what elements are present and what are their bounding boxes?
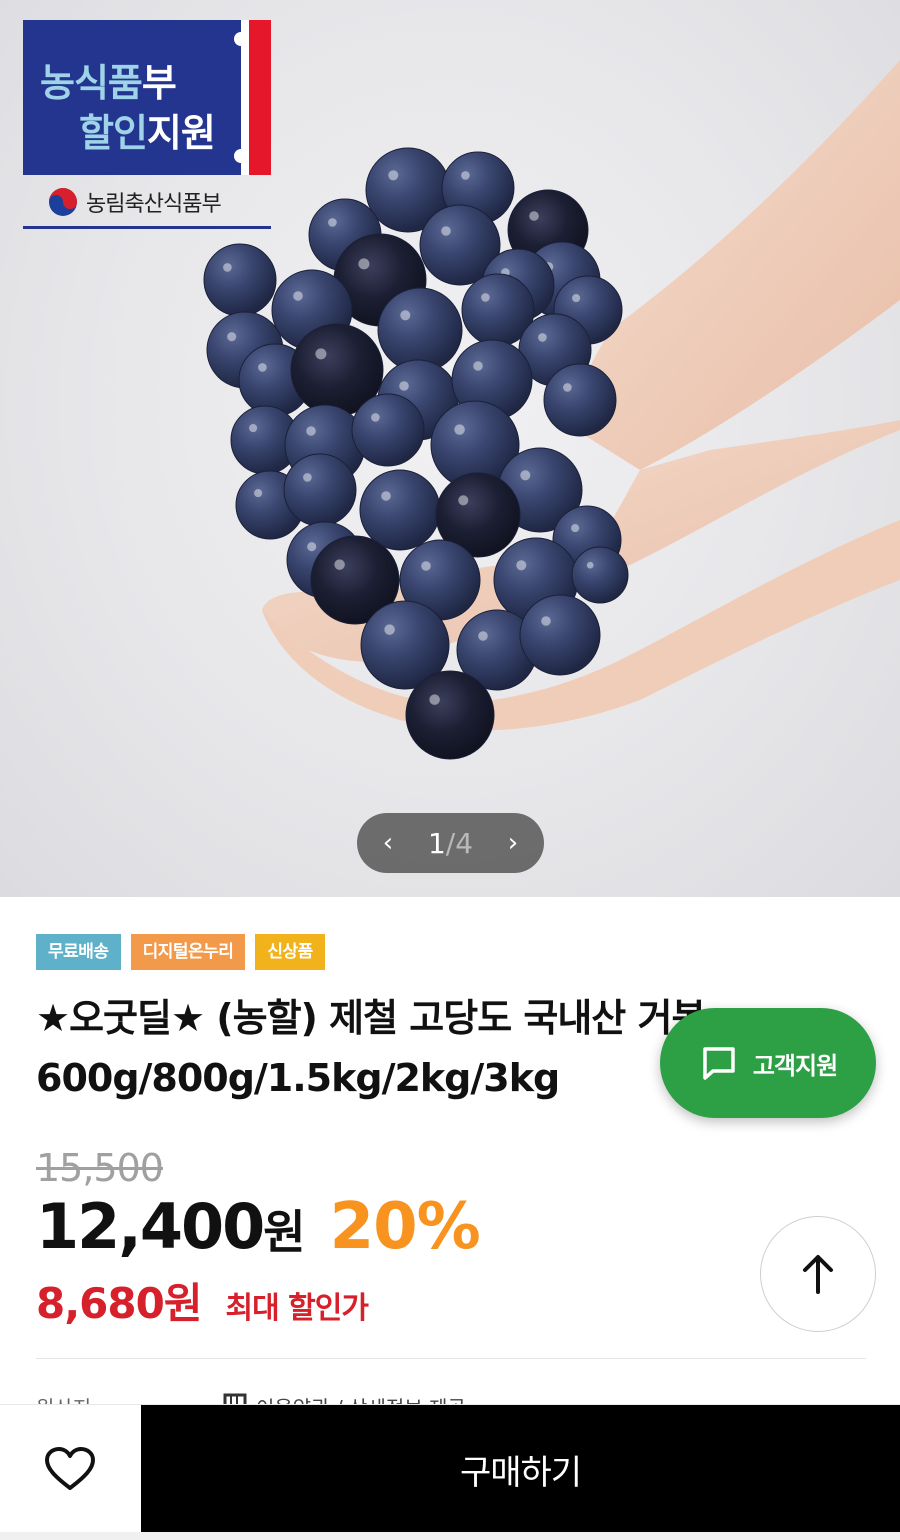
grape-highlight: [429, 694, 440, 705]
grape-highlight: [586, 561, 594, 569]
bottom-action-bar: 구매하기: [0, 1404, 900, 1533]
grape-highlight: [461, 171, 470, 180]
cert-line-2: 할인지원: [79, 111, 216, 155]
grape-highlight: [538, 333, 547, 342]
divider: [36, 1358, 866, 1359]
grape-highlight: [563, 383, 572, 392]
grape-highlight: [421, 561, 431, 571]
grape-highlight: [258, 363, 267, 372]
grape-highlight: [388, 170, 399, 181]
grape-highlight: [384, 624, 395, 635]
grape-highlight: [227, 332, 237, 342]
bottom-strip: [0, 1532, 900, 1540]
cert-notch: [234, 32, 248, 46]
cert-underline: [23, 226, 271, 229]
ministry-label: 농림축산식품부: [48, 186, 222, 218]
digital-onnuri-badge: 디지털온누리: [130, 934, 246, 970]
badge-list: 무료배송 디지털온누리 신상품: [36, 934, 325, 970]
grape: [543, 363, 617, 437]
chat-bubble-icon: [703, 1047, 735, 1080]
grape-highlight: [328, 218, 337, 227]
free-shipping-badge: 무료배송: [36, 934, 121, 970]
cert-line-1: 농식품부: [40, 61, 177, 105]
arrow-up-icon: [803, 1255, 833, 1294]
grape-highlight: [478, 631, 488, 641]
grape: [283, 453, 357, 527]
grape-highlight: [441, 226, 451, 236]
grape: [377, 287, 463, 373]
scroll-top-button[interactable]: [760, 1216, 876, 1332]
grape-highlight: [303, 473, 312, 482]
max-discount-label: 최대 할인가: [225, 1291, 369, 1326]
grape-highlight: [293, 291, 303, 301]
new-product-badge: 신상품: [255, 934, 325, 970]
grape: [519, 594, 601, 676]
grape: [351, 393, 425, 467]
chevron-right-icon[interactable]: ›: [502, 828, 524, 858]
heart-icon: [45, 1447, 95, 1490]
grape: [359, 469, 441, 551]
sale-price: 12,400원: [36, 1190, 306, 1263]
buy-button[interactable]: 구매하기: [141, 1405, 900, 1533]
cert-red-stripe: [249, 20, 271, 175]
customer-support-label: 고객지원: [752, 1051, 838, 1080]
customer-support-button[interactable]: 고객지원: [660, 1008, 876, 1118]
max-discount-row: 8,680원 최대 할인가: [36, 1270, 369, 1331]
discount-rate: 20%: [329, 1190, 481, 1264]
chevron-left-icon[interactable]: ‹: [377, 828, 399, 858]
grape-highlight: [381, 491, 391, 501]
taegeuk-icon: [49, 188, 77, 216]
pager-count: 1/4: [427, 826, 474, 860]
grape-highlight: [572, 294, 581, 303]
grape-highlight: [458, 495, 469, 506]
grape-highlight: [516, 560, 527, 571]
grape-highlight: [520, 470, 531, 481]
ministry-name: 농림축산식품부: [86, 192, 222, 217]
grape-highlight: [371, 413, 380, 422]
grape-highlight: [307, 542, 317, 552]
grape-highlight: [223, 263, 232, 272]
grape-highlight: [400, 310, 411, 321]
grape-highlight: [529, 211, 539, 221]
grape: [571, 546, 629, 604]
certification-badge: 농식품부 할인지원 농림축산식품부: [23, 20, 271, 232]
cert-notch: [234, 149, 248, 163]
grape-highlight: [249, 424, 258, 433]
grape: [203, 243, 277, 317]
original-price: 15,500: [36, 1146, 164, 1190]
grape-highlight: [254, 489, 263, 498]
grape-highlight: [481, 293, 490, 302]
wishlist-button[interactable]: [0, 1405, 140, 1533]
product-image: 농식품부 할인지원 농림축산식품부 ‹ 1/4 ›: [0, 0, 900, 897]
grape-highlight: [541, 616, 551, 626]
image-pager: ‹ 1/4 ›: [357, 813, 544, 873]
max-discount-price: 8,680원: [36, 1279, 202, 1328]
grape-highlight: [306, 426, 316, 436]
grape-highlight: [399, 381, 409, 391]
grape-highlight: [473, 361, 483, 371]
grape: [405, 670, 495, 760]
grape-highlight: [571, 524, 580, 533]
price-row: 12,400원 20%: [36, 1190, 481, 1264]
grape-highlight: [358, 258, 370, 270]
grape-highlight: [315, 348, 327, 360]
grape-highlight: [334, 559, 345, 570]
grape-highlight: [454, 424, 465, 435]
